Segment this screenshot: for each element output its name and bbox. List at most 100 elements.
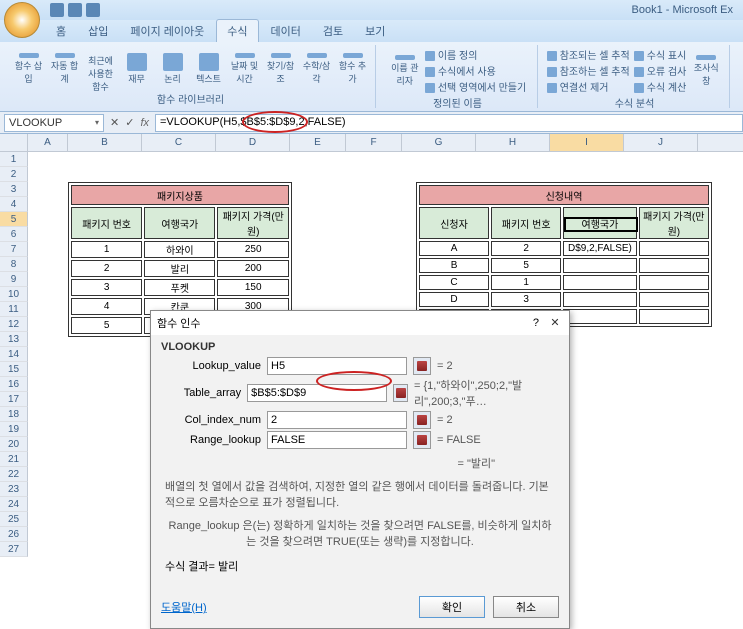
column-header[interactable]: A — [28, 134, 68, 151]
ribbon-button[interactable]: 날짜 및 시간 — [229, 53, 261, 85]
table-cell[interactable]: A — [419, 241, 489, 256]
tab-home[interactable]: 홈 — [46, 20, 76, 42]
ribbon-small-button[interactable]: 수식 표시 — [634, 47, 687, 62]
column-header[interactable]: H — [476, 134, 550, 151]
table-cell[interactable]: 5 — [491, 258, 561, 273]
column-header[interactable]: B — [68, 134, 142, 151]
row-header[interactable]: 16 — [0, 377, 28, 392]
table-cell[interactable] — [563, 275, 636, 290]
table-cell[interactable]: C — [419, 275, 489, 290]
table-cell[interactable]: B — [419, 258, 489, 273]
name-manager-button[interactable]: 이름 관리자 — [389, 55, 421, 87]
table-cell[interactable] — [563, 309, 636, 324]
arg-input[interactable] — [247, 384, 387, 402]
row-header[interactable]: 14 — [0, 347, 28, 362]
row-header[interactable]: 12 — [0, 317, 28, 332]
row-header[interactable]: 24 — [0, 497, 28, 512]
range-ref-icon[interactable] — [393, 384, 408, 402]
ribbon-small-button[interactable]: 연결선 제거 — [547, 79, 630, 94]
ribbon-small-button[interactable]: 선택 영역에서 만들기 — [425, 79, 526, 94]
arg-input[interactable] — [267, 411, 407, 429]
column-header[interactable]: G — [402, 134, 476, 151]
ribbon-button[interactable]: 함수 삽입 — [13, 53, 45, 85]
ribbon-small-button[interactable]: 수식 계산 — [634, 79, 687, 94]
row-header[interactable]: 21 — [0, 452, 28, 467]
table-cell[interactable] — [563, 258, 636, 273]
ribbon-small-button[interactable]: 오류 검사 — [634, 63, 687, 78]
row-header[interactable]: 13 — [0, 332, 28, 347]
column-header[interactable]: J — [624, 134, 698, 151]
ribbon-button[interactable]: 최근에 사용한 함수 — [85, 53, 117, 85]
range-ref-icon[interactable] — [413, 431, 431, 449]
row-header[interactable]: 4 — [0, 197, 28, 212]
office-button[interactable] — [4, 2, 40, 38]
table-cell[interactable]: 3 — [71, 279, 142, 296]
ribbon-button[interactable]: 자동 합계 — [49, 53, 81, 85]
arg-input[interactable] — [267, 357, 407, 375]
table-cell[interactable]: D — [419, 292, 489, 307]
row-header[interactable]: 27 — [0, 542, 28, 557]
table-cell[interactable]: 푸켓 — [144, 279, 215, 296]
row-header[interactable]: 22 — [0, 467, 28, 482]
table-cell[interactable]: 200 — [217, 260, 289, 277]
table-cell[interactable]: D$9,2,FALSE) — [563, 241, 636, 256]
row-header[interactable]: 5 — [0, 212, 28, 227]
tab-layout[interactable]: 페이지 레이아웃 — [120, 20, 214, 42]
row-header[interactable]: 3 — [0, 182, 28, 197]
table-cell[interactable]: 2 — [491, 241, 561, 256]
name-box[interactable]: VLOOKUP — [4, 114, 104, 132]
row-header[interactable]: 19 — [0, 422, 28, 437]
row-header[interactable]: 8 — [0, 257, 28, 272]
row-header[interactable]: 10 — [0, 287, 28, 302]
table-cell[interactable] — [639, 275, 709, 290]
tab-insert[interactable]: 삽입 — [78, 20, 118, 42]
help-link[interactable]: 도움말(H) — [161, 599, 207, 615]
ribbon-button[interactable]: 함수 추가 — [337, 53, 369, 85]
table-cell[interactable]: 1 — [491, 275, 561, 290]
select-all-corner[interactable] — [0, 134, 28, 151]
row-header[interactable]: 25 — [0, 512, 28, 527]
row-header[interactable]: 1 — [0, 152, 28, 167]
qat-redo-icon[interactable] — [86, 3, 100, 17]
tab-data[interactable]: 데이터 — [261, 20, 311, 42]
row-header[interactable]: 18 — [0, 407, 28, 422]
ribbon-button[interactable]: 텍스트 — [193, 53, 225, 85]
row-header[interactable]: 7 — [0, 242, 28, 257]
qat-undo-icon[interactable] — [68, 3, 82, 17]
range-ref-icon[interactable] — [413, 357, 431, 375]
ribbon-small-button[interactable]: 수식에서 사용 — [425, 63, 526, 78]
dialog-titlebar[interactable]: 함수 인수 ? ✕ — [151, 311, 569, 335]
table-cell[interactable]: 250 — [217, 241, 289, 258]
table-cell[interactable] — [563, 292, 636, 307]
table-cell[interactable]: 4 — [71, 298, 142, 315]
formula-input[interactable]: =VLOOKUP(H5,$B$5:$D$9,2,FALSE) — [155, 114, 743, 132]
table-cell[interactable] — [639, 292, 709, 307]
ribbon-button[interactable]: 논리 — [157, 53, 189, 85]
table-cell[interactable]: 2 — [71, 260, 142, 277]
table-cell[interactable]: 3 — [491, 292, 561, 307]
table-cell[interactable] — [639, 309, 709, 324]
help-icon[interactable]: ? — [533, 317, 539, 329]
ribbon-button[interactable]: 수학/삼각 — [301, 53, 333, 85]
table-cell[interactable] — [639, 241, 709, 256]
row-header[interactable]: 26 — [0, 527, 28, 542]
column-header[interactable]: D — [216, 134, 290, 151]
row-header[interactable]: 23 — [0, 482, 28, 497]
qat-save-icon[interactable] — [50, 3, 64, 17]
range-ref-icon[interactable] — [413, 411, 431, 429]
tab-view[interactable]: 보기 — [355, 20, 395, 42]
row-header[interactable]: 9 — [0, 272, 28, 287]
column-header[interactable]: E — [290, 134, 346, 151]
fx-icon[interactable]: fx — [140, 117, 149, 129]
row-header[interactable]: 20 — [0, 437, 28, 452]
arg-input[interactable] — [267, 431, 407, 449]
table-cell[interactable]: 150 — [217, 279, 289, 296]
row-header[interactable]: 2 — [0, 167, 28, 182]
table-cell[interactable] — [639, 258, 709, 273]
ok-button[interactable]: 확인 — [419, 596, 485, 618]
column-header[interactable]: F — [346, 134, 402, 151]
table-cell[interactable]: 1 — [71, 241, 142, 258]
row-header[interactable]: 11 — [0, 302, 28, 317]
tab-formulas[interactable]: 수식 — [216, 19, 258, 42]
table-cell[interactable]: 5 — [71, 317, 142, 334]
